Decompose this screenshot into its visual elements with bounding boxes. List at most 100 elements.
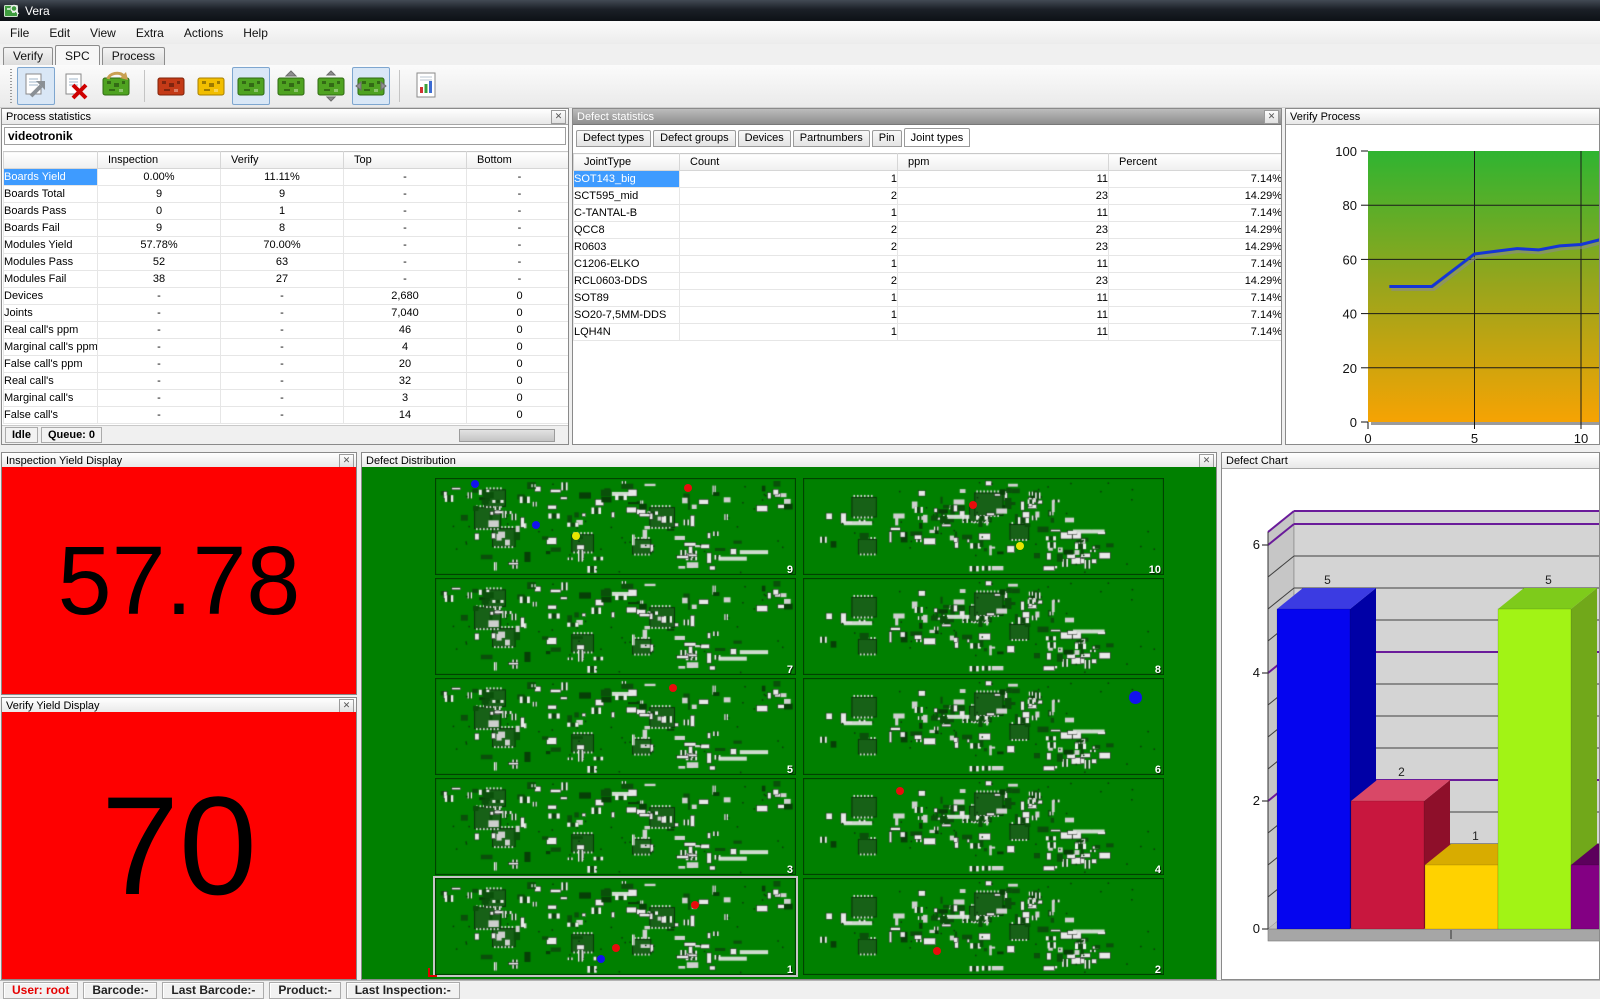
red-defect-marker[interactable]: [933, 947, 941, 955]
defect-chart-header[interactable]: Defect Chart: [1222, 453, 1599, 469]
yellow-defect-marker[interactable]: [572, 532, 580, 540]
open-board-button[interactable]: [97, 67, 135, 105]
pcb-board-6[interactable]: 6: [803, 678, 1164, 775]
process-col-header[interactable]: [4, 152, 98, 169]
table-row[interactable]: SCT595_mid22314.29%: [574, 188, 1283, 205]
verify-process-header[interactable]: Verify Process: [1286, 109, 1599, 125]
table-row[interactable]: Real call's ppm--460: [4, 322, 570, 339]
tab-verify[interactable]: Verify: [3, 47, 53, 65]
defect-tab-defect-types[interactable]: Defect types: [576, 130, 651, 147]
board-view-red-button[interactable]: [152, 67, 190, 105]
board-view-green-button[interactable]: [232, 67, 270, 105]
tab-process[interactable]: Process: [102, 47, 165, 65]
menu-extra[interactable]: Extra: [126, 23, 174, 43]
close-icon[interactable]: ✕: [1199, 454, 1214, 468]
defect-tab-partnumbers[interactable]: Partnumbers: [793, 130, 870, 147]
defect-tab-pin[interactable]: Pin: [872, 130, 902, 147]
menu-actions[interactable]: Actions: [174, 23, 233, 43]
toolbar-grip[interactable]: [10, 69, 12, 103]
table-row[interactable]: Joints--7,0400: [4, 305, 570, 322]
statistics-report-button[interactable]: [407, 67, 445, 105]
pcb-board-1[interactable]: 1: [435, 878, 796, 975]
table-row[interactable]: R060322314.29%: [574, 239, 1283, 256]
defect-statistics-header[interactable]: Defect statistics ✕: [573, 109, 1281, 125]
table-row[interactable]: Boards Pass01--: [4, 203, 570, 220]
defect-col-header[interactable]: Count: [680, 154, 898, 171]
table-row[interactable]: False call's ppm--200: [4, 356, 570, 373]
board-view-yellow-button[interactable]: [192, 67, 230, 105]
table-row[interactable]: C1206-ELKO1117.14%: [574, 256, 1283, 273]
close-icon[interactable]: ✕: [1264, 110, 1279, 124]
defect-tab-joint-types[interactable]: Joint types: [904, 128, 971, 147]
red-defect-marker[interactable]: [684, 484, 692, 492]
tab-spc[interactable]: SPC: [55, 45, 100, 65]
pcb-board-2[interactable]: 2: [803, 878, 1164, 975]
process-statistics-header[interactable]: Process statistics ✕: [2, 109, 568, 125]
pcb-board-10[interactable]: 10: [803, 478, 1164, 575]
pcb-board-8[interactable]: 8: [803, 578, 1164, 675]
table-row[interactable]: Modules Yield57.78%70.00%--: [4, 237, 570, 254]
process-col-header[interactable]: Inspection: [98, 152, 221, 169]
table-row[interactable]: Boards Total99--: [4, 186, 570, 203]
table-row[interactable]: Modules Fail3827--: [4, 271, 570, 288]
pcb-board-3[interactable]: 3: [435, 778, 796, 875]
board-flip-vertical-button[interactable]: [312, 67, 350, 105]
blue-defect-marker[interactable]: [1129, 691, 1142, 704]
table-row[interactable]: Modules Pass5263--: [4, 254, 570, 271]
table-row[interactable]: SOT143_big1117.14%: [574, 171, 1283, 188]
process-col-header[interactable]: Verify: [221, 152, 344, 169]
pcb-board-9[interactable]: 9: [435, 478, 796, 575]
defect-col-header[interactable]: JointType: [574, 154, 680, 171]
joint-type: C-TANTAL-B: [574, 205, 680, 222]
pcb-board-5[interactable]: 5: [435, 678, 796, 775]
board-flip-horizontal-button[interactable]: [352, 67, 390, 105]
close-icon[interactable]: ✕: [339, 699, 354, 713]
menu-help[interactable]: Help: [233, 23, 278, 43]
process-col-header[interactable]: Top: [344, 152, 467, 169]
table-row[interactable]: Real call's--320: [4, 373, 570, 390]
row-label: False call's ppm: [4, 356, 98, 373]
board-move-up-button[interactable]: [272, 67, 310, 105]
menu-edit[interactable]: Edit: [39, 23, 80, 43]
table-row[interactable]: Marginal call's--30: [4, 390, 570, 407]
table-row[interactable]: Boards Yield0.00%11.11%--: [4, 169, 570, 186]
row-value: 0: [98, 203, 221, 220]
pcb-board-4[interactable]: 4: [803, 778, 1164, 875]
defect-col-header[interactable]: ppm: [898, 154, 1109, 171]
close-icon[interactable]: ✕: [339, 454, 354, 468]
svg-text:80: 80: [1343, 198, 1357, 213]
close-icon[interactable]: ✕: [551, 110, 566, 124]
table-row[interactable]: SO20-7,5MM-DDS1117.14%: [574, 307, 1283, 324]
clear-results-button[interactable]: [57, 67, 95, 105]
titlebar: Vera: [0, 0, 1600, 21]
pcb-board-7[interactable]: 7: [435, 578, 796, 675]
menu-view[interactable]: View: [80, 23, 126, 43]
table-row[interactable]: Devices--2,6800: [4, 288, 570, 305]
verify-yield-title: Verify Yield Display: [6, 700, 100, 712]
row-value: 63: [221, 254, 344, 271]
table-row[interactable]: Boards Fail98--: [4, 220, 570, 237]
process-statistics-table[interactable]: InspectionVerifyTopBottomBoards Yield0.0…: [3, 151, 569, 424]
defect-tab-defect-groups[interactable]: Defect groups: [653, 130, 735, 147]
defect-chart: 02465215: [1222, 469, 1600, 980]
defect-col-header[interactable]: Percent: [1109, 154, 1283, 171]
blue-defect-marker[interactable]: [471, 480, 479, 488]
table-row[interactable]: Marginal call's ppm--40: [4, 339, 570, 356]
blue-defect-marker[interactable]: [532, 521, 540, 529]
red-defect-marker[interactable]: [612, 944, 620, 952]
table-row[interactable]: SOT891117.14%: [574, 290, 1283, 307]
row-value: 9: [98, 186, 221, 203]
process-col-header[interactable]: Bottom: [467, 152, 570, 169]
table-row[interactable]: False call's--140: [4, 407, 570, 424]
red-defect-marker[interactable]: [969, 501, 977, 509]
verify-results-button[interactable]: [17, 67, 55, 105]
table-row[interactable]: QCC822314.29%: [574, 222, 1283, 239]
menu-file[interactable]: File: [0, 23, 39, 43]
table-row[interactable]: C-TANTAL-B1117.14%: [574, 205, 1283, 222]
table-row[interactable]: LQH4N1117.14%: [574, 324, 1283, 341]
defect-tab-devices[interactable]: Devices: [738, 130, 791, 147]
table-row[interactable]: RCL0603-DDS22314.29%: [574, 273, 1283, 290]
defect-statistics-table[interactable]: JointTypeCountppmPercentSOT143_big1117.1…: [573, 153, 1282, 341]
yellow-defect-marker[interactable]: [1016, 542, 1024, 550]
red-defect-marker[interactable]: [669, 684, 677, 692]
